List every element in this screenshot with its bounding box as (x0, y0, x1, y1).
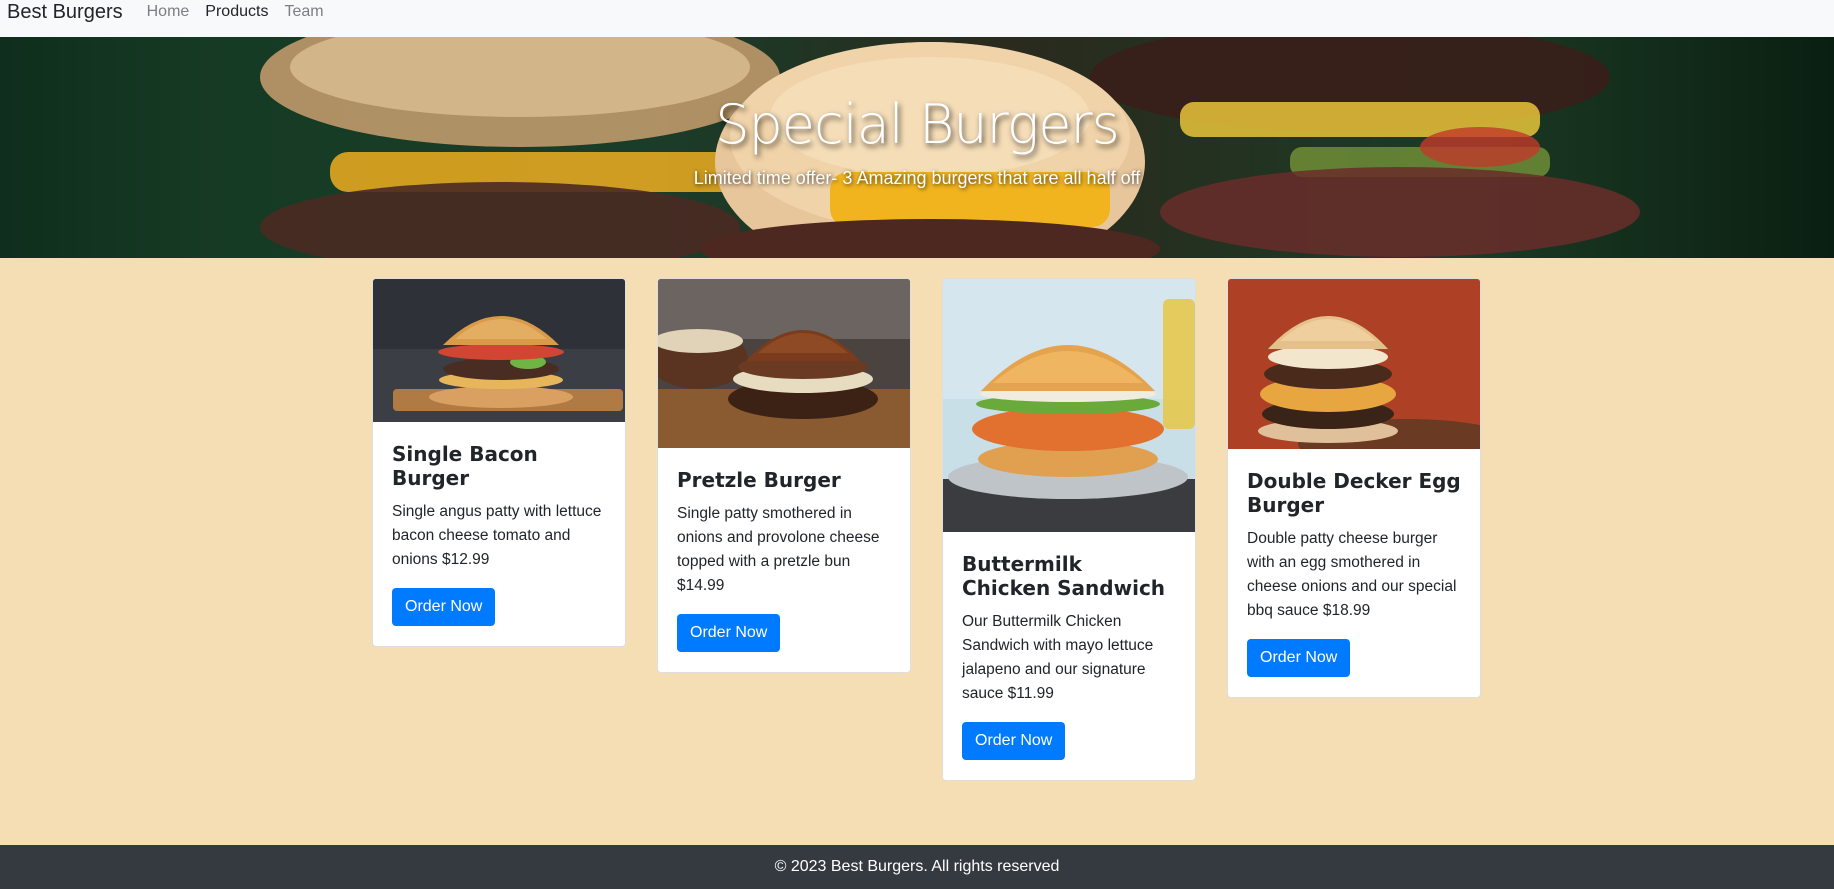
nav-link-products[interactable]: Products (205, 3, 268, 21)
hero-title: Special Burgers (715, 93, 1120, 156)
double-decker-egg-burger-image (1228, 279, 1480, 449)
hero-subtitle: Limited time offer- 3 Amazing burgers th… (693, 168, 1141, 188)
navbar-brand[interactable]: Best Burgers (7, 1, 123, 23)
product-card: Single Bacon Burger Single angus patty w… (372, 278, 626, 647)
product-card: Buttermilk Chicken Sandwich Our Buttermi… (942, 278, 1196, 781)
product-description: Single patty smothered in onions and pro… (677, 505, 880, 594)
product-card: Double Decker Egg Burger Double patty ch… (1227, 278, 1481, 698)
nav-link-team[interactable]: Team (284, 3, 323, 21)
footer: © 2023 Best Burgers. All rights reserved (0, 845, 1834, 889)
product-title: Single Bacon Burger (392, 442, 538, 490)
order-now-button[interactable]: Order Now (392, 588, 496, 626)
order-now-button[interactable]: Order Now (1247, 639, 1351, 677)
product-description: Double patty cheese burger with an egg s… (1247, 530, 1457, 619)
pretzle-burger-image (658, 279, 910, 448)
order-now-button[interactable]: Order Now (677, 614, 781, 652)
buttermilk-chicken-sandwich-image (943, 279, 1195, 532)
nav-link-home[interactable]: Home (147, 3, 190, 21)
product-description: Single angus patty with lettuce bacon ch… (392, 503, 602, 568)
product-title: Double Decker Egg Burger (1247, 469, 1461, 517)
single-bacon-burger-image (373, 279, 625, 422)
product-title: Buttermilk Chicken Sandwich (962, 552, 1166, 600)
product-title: Pretzle Burger (677, 468, 841, 492)
product-card: Pretzle Burger Single patty smothered in… (657, 278, 911, 673)
footer-copyright: © 2023 Best Burgers. All rights reserved (774, 858, 1060, 875)
order-now-button[interactable]: Order Now (962, 722, 1066, 760)
product-description: Our Buttermilk Chicken Sandwich with may… (962, 613, 1154, 702)
navbar: Best Burgers Home Products Team (0, 0, 1834, 37)
hero-banner: Special Burgers Limited time offer- 3 Am… (0, 37, 1834, 258)
